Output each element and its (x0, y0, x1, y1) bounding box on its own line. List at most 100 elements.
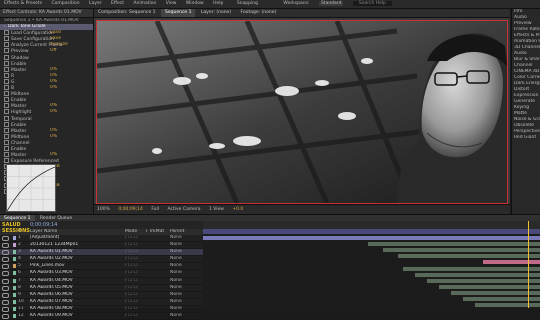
property-checkbox[interactable] (4, 139, 9, 145)
layer-switches[interactable]: ∕ ☐ ☐ (125, 249, 137, 255)
visibility-eye-icon[interactable] (2, 314, 9, 320)
property-checkbox[interactable] (4, 103, 9, 109)
visibility-eye-icon[interactable] (2, 264, 9, 270)
layer-switches[interactable]: ∕ ☐ ☐ (125, 270, 137, 276)
work-area-bar[interactable] (203, 229, 540, 234)
effects-category-item[interactable]: Red Giant (512, 135, 540, 141)
layer-row[interactable]: 5 Pink_Lines.mov ∕ ☐ ☐ None (0, 263, 203, 271)
layer-row[interactable]: 1 [Adjustment] ∕ ☐ ☐ None (0, 235, 203, 243)
layer-label-color[interactable] (13, 236, 16, 240)
layer-duration-bar[interactable] (203, 236, 540, 240)
camera-select[interactable]: Active Camera (167, 207, 200, 212)
layer-switches[interactable]: ∕ ☐ ☐ (125, 256, 137, 262)
snapping-toggle[interactable]: Snapping (237, 1, 258, 6)
col-header-layer-name[interactable]: Layer Name (30, 229, 57, 234)
layer-row[interactable]: 11 KA Awards 08.MOV ∕ ☐ ☐ None (0, 306, 203, 314)
layer-label-color[interactable] (13, 292, 16, 297)
property-checkbox[interactable] (4, 72, 9, 78)
layer-duration-bar[interactable] (368, 242, 540, 247)
property-checkbox[interactable] (4, 54, 9, 60)
timeline-timecode[interactable]: 0;00;09;14 (30, 222, 57, 228)
menu-item-layer[interactable]: Layer (89, 1, 102, 6)
resolution-select[interactable]: Full (151, 207, 159, 212)
layer-parent-select[interactable]: None (170, 235, 182, 241)
layer-parent-select[interactable]: None (170, 249, 182, 255)
property-checkbox[interactable] (4, 78, 9, 84)
layer-parent-select[interactable]: None (170, 256, 182, 262)
layer-switches[interactable]: ∕ ☐ ☐ (125, 306, 137, 312)
timeline-track-area[interactable] (203, 221, 540, 308)
property-checkbox[interactable] (4, 36, 9, 42)
layer-label-color[interactable] (13, 285, 16, 290)
visibility-eye-icon[interactable] (2, 236, 9, 241)
layer-switches[interactable]: ∕ ☐ ☐ (125, 299, 137, 305)
layer-switches[interactable]: ∕ ☐ ☐ (125, 313, 137, 319)
layer-duration-bar[interactable] (483, 260, 540, 265)
layer-label-color[interactable] (13, 314, 16, 319)
visibility-eye-icon[interactable] (2, 292, 9, 298)
visibility-eye-icon[interactable] (2, 257, 9, 263)
layer-switches[interactable]: ∕ ☐ ☐ (125, 263, 137, 269)
layer-switches[interactable]: ∕ ☐ ☐ (125, 235, 137, 241)
tab-footage[interactable]: Footage: (none) (237, 9, 281, 17)
composition-frame[interactable] (96, 20, 508, 204)
layer-parent-select[interactable]: None (170, 270, 182, 276)
time-ruler[interactable] (203, 221, 540, 229)
property-checkbox[interactable] (4, 152, 9, 158)
layer-parent-select[interactable]: None (170, 242, 182, 248)
layer-name[interactable]: 20130121 1234Mp01 (30, 242, 110, 248)
exposure-offset[interactable]: +0.0 (232, 207, 243, 212)
property-checkbox[interactable] (4, 60, 9, 66)
visibility-eye-icon[interactable] (2, 278, 9, 284)
property-checkbox[interactable] (4, 121, 9, 127)
property-checkbox[interactable] (4, 115, 9, 121)
property-checkbox[interactable] (4, 48, 9, 54)
tab-sequence-1[interactable]: Sequence 1 (160, 9, 196, 17)
visibility-eye-icon[interactable] (2, 271, 9, 277)
layer-switches[interactable]: ∕ ☐ ☐ (125, 285, 137, 291)
property-checkbox[interactable] (4, 42, 9, 48)
property-checkbox[interactable] (4, 133, 9, 139)
menu-item-window[interactable]: Window (186, 1, 204, 6)
layer-name[interactable]: KA Awards 06.MOV (30, 292, 110, 298)
visibility-eye-icon[interactable] (2, 285, 9, 291)
layer-parent-select[interactable]: None (170, 299, 182, 305)
layer-row[interactable]: 6 KA Awards 03.MOV ∕ ☐ ☐ None (0, 270, 203, 278)
layer-label-color[interactable] (13, 271, 16, 276)
property-checkbox[interactable] (4, 91, 9, 97)
layer-duration-bar[interactable] (475, 303, 540, 308)
layer-name[interactable]: KA Awards 07.MOV (30, 299, 110, 305)
layer-name[interactable]: [Adjustment] (30, 235, 110, 241)
layer-row[interactable]: 2 20130121 1234Mp01 ∕ ☐ ☐ None (0, 242, 203, 250)
layer-name[interactable]: KA Awards 02.MOV (30, 256, 110, 262)
layer-duration-bar[interactable] (403, 266, 540, 271)
property-checkbox[interactable] (4, 97, 9, 103)
tab-layer[interactable]: Layer: (none) (197, 9, 235, 17)
layer-row[interactable]: 7 KA Awards 04.MOV ∕ ☐ ☐ None (0, 278, 203, 285)
layer-label-color[interactable] (13, 243, 16, 248)
layer-parent-select[interactable]: None (170, 292, 182, 298)
menu-item-effects[interactable]: Effects & Presets (4, 1, 42, 6)
layer-parent-select[interactable]: None (170, 263, 182, 269)
visibility-eye-icon[interactable] (2, 243, 9, 249)
property-checkbox[interactable] (4, 158, 9, 164)
layer-row[interactable]: 10 KA Awards 07.MOV ∕ ☐ ☐ None (0, 299, 203, 306)
layer-label-color[interactable] (13, 299, 16, 304)
layer-duration-bar[interactable] (415, 272, 540, 277)
layer-parent-select[interactable]: None (170, 313, 182, 319)
property-checkbox[interactable] (4, 127, 9, 133)
layer-row[interactable]: 4 KA Awards 02.MOV ∕ ☐ ☐ None (0, 256, 203, 264)
layer-parent-select[interactable]: None (170, 278, 182, 284)
layer-duration-bar[interactable] (451, 290, 540, 295)
layer-name[interactable]: KA Awards 09.MOV (30, 313, 110, 319)
layer-label-color[interactable] (13, 250, 16, 255)
layer-label-color[interactable] (13, 264, 16, 269)
layer-name[interactable]: KA Awards 05.MOV (30, 285, 110, 291)
layer-label-color[interactable] (13, 257, 16, 262)
layer-parent-select[interactable]: None (170, 306, 182, 312)
layer-name[interactable]: KA Awards 03.MOV (30, 270, 110, 276)
layer-duration-bar[interactable] (383, 248, 540, 253)
layer-name[interactable]: KA Awards 04.MOV (30, 278, 110, 284)
visibility-eye-icon[interactable] (2, 250, 9, 256)
layer-parent-select[interactable]: None (170, 285, 182, 291)
